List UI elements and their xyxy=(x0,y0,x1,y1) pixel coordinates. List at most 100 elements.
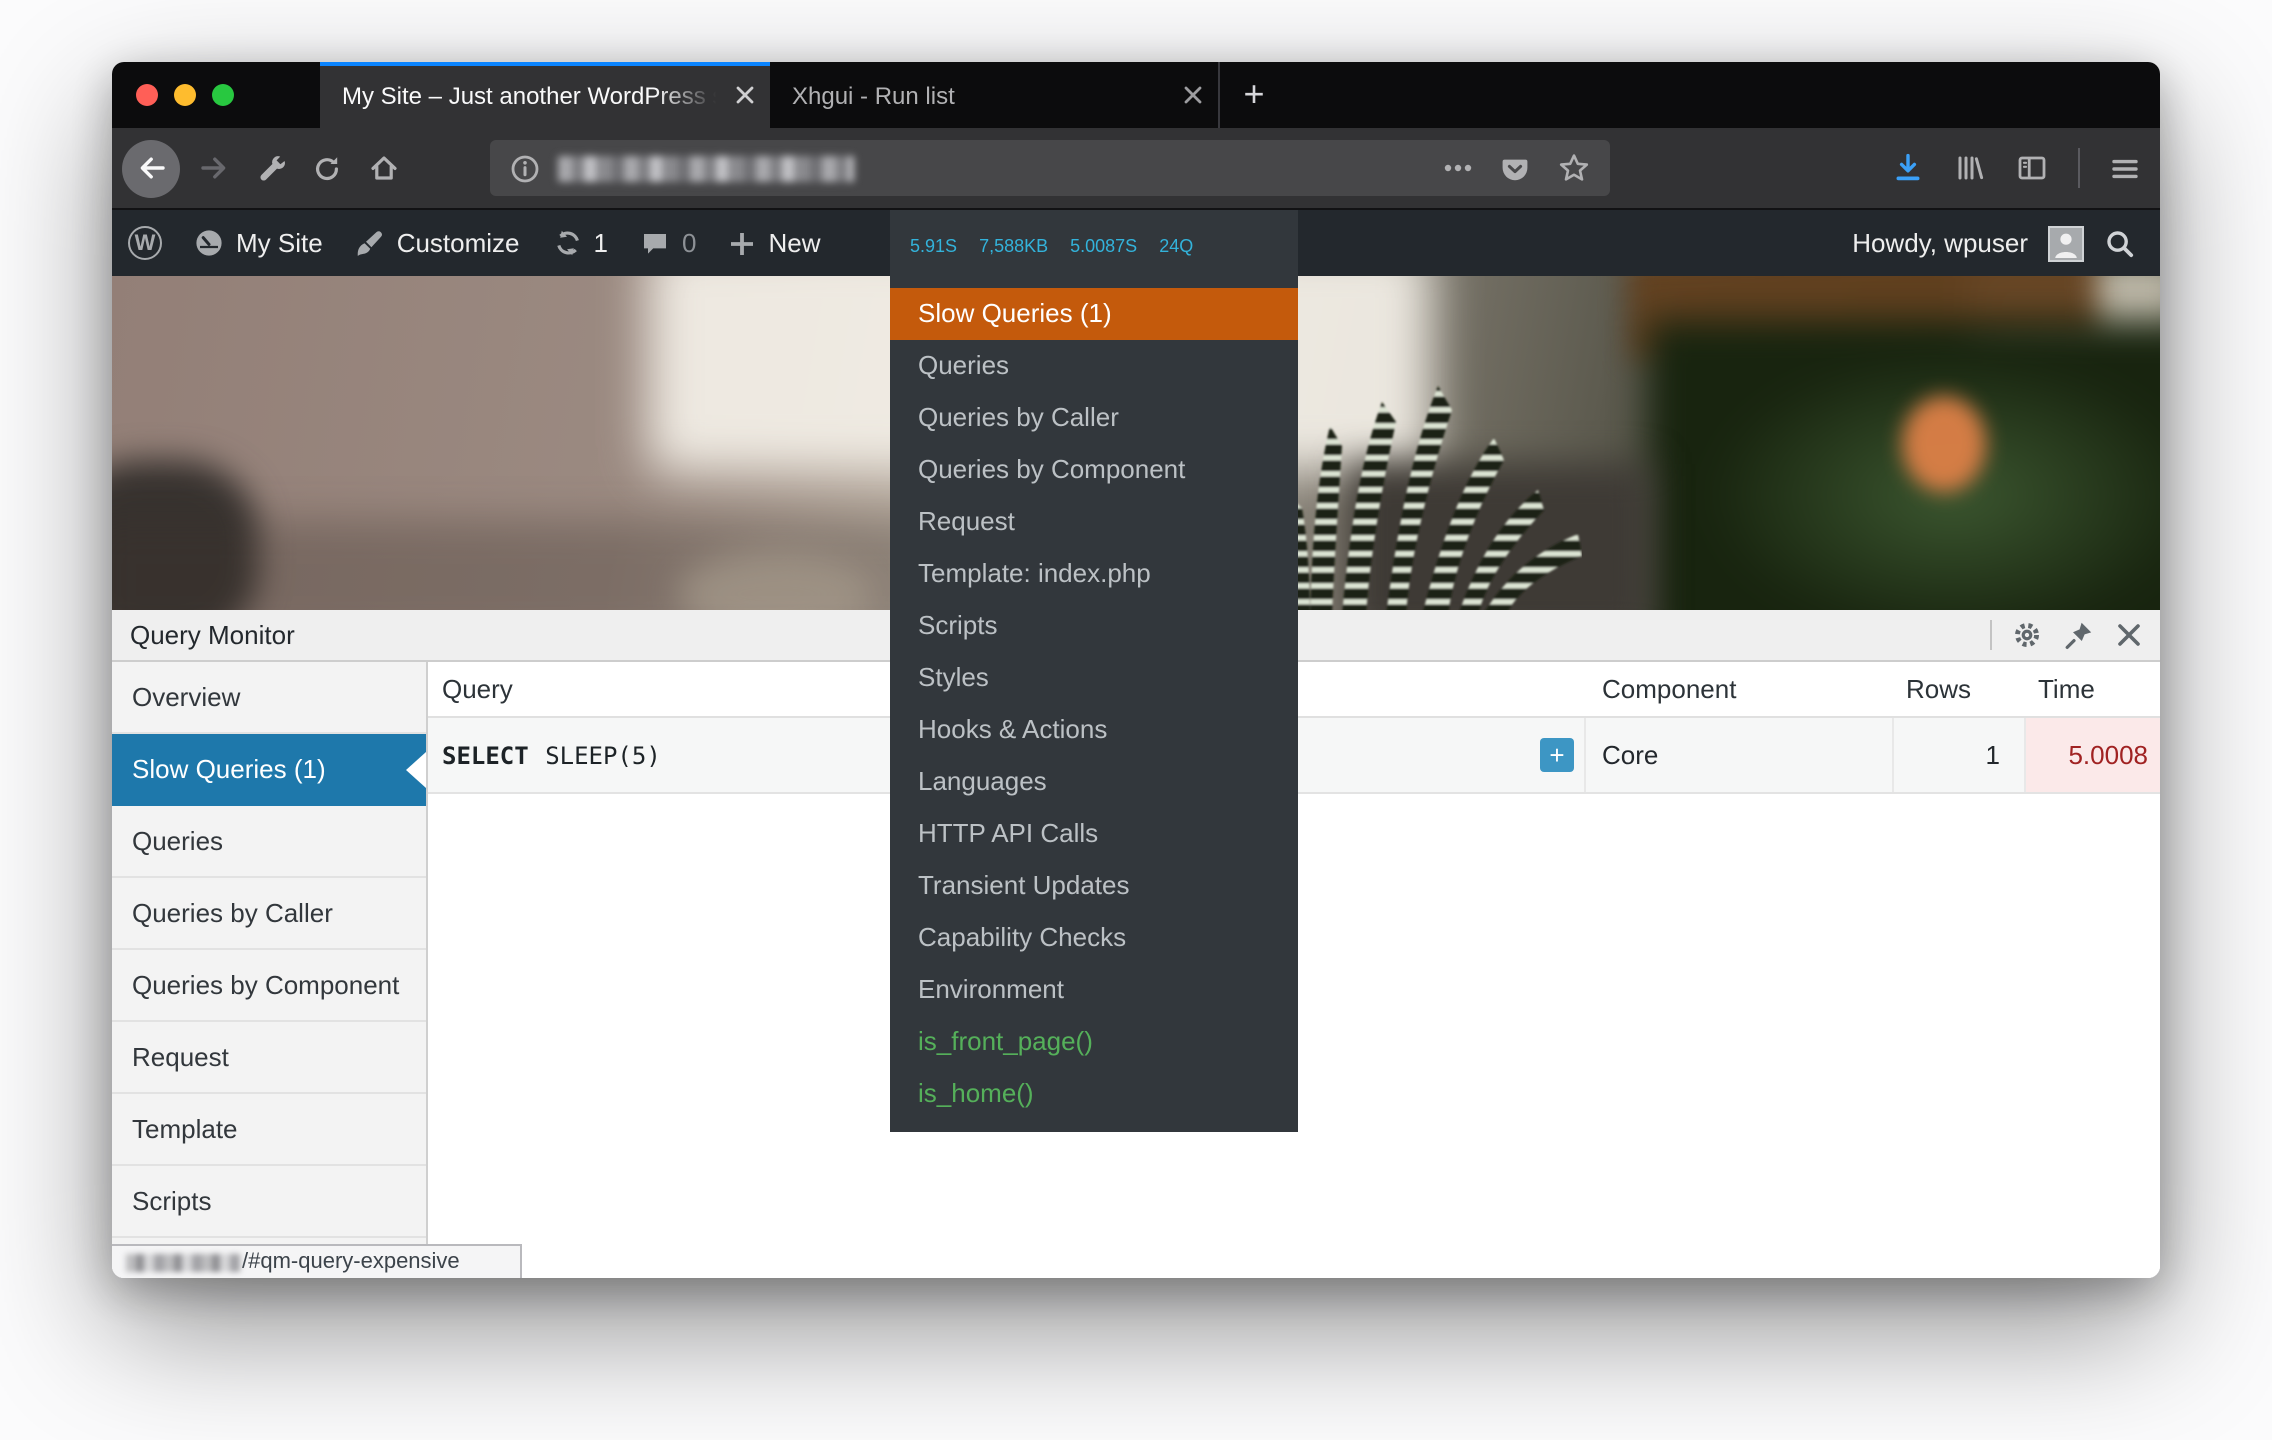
browser-toolbar xyxy=(112,128,2160,210)
qm-sidebar-item-request[interactable]: Request xyxy=(112,1022,426,1094)
wrench-button[interactable] xyxy=(258,153,288,183)
qm-menu-item-http-api-calls[interactable]: HTTP API Calls xyxy=(890,808,1298,860)
qm-titlebar-separator xyxy=(1990,620,1992,650)
customize-menu[interactable]: Customize xyxy=(339,210,536,276)
updates-menu[interactable]: 1 xyxy=(536,210,624,276)
comments-menu[interactable]: 0 xyxy=(624,210,712,276)
home-button[interactable] xyxy=(368,152,400,184)
tab-xhgui[interactable]: Xhgui - Run list xyxy=(770,62,1220,128)
zoom-window-button[interactable] xyxy=(212,84,234,106)
qm-sidebar-item-template[interactable]: Template xyxy=(112,1094,426,1166)
qm-sidebar-item-scripts[interactable]: Scripts xyxy=(112,1166,426,1238)
download-button[interactable] xyxy=(1892,152,1924,184)
qm-menu-item-scripts[interactable]: Scripts xyxy=(890,600,1298,652)
customize-brush-icon xyxy=(355,228,385,258)
new-tab-button[interactable]: + xyxy=(1220,62,1288,128)
traffic-lights xyxy=(136,62,234,128)
my-site-menu[interactable]: My Site xyxy=(178,210,339,276)
dashboard-icon xyxy=(194,228,224,258)
sql-keyword: SELECT xyxy=(442,741,529,769)
updates-icon xyxy=(552,228,582,258)
menu-button[interactable] xyxy=(2110,153,2140,183)
tab-my-site[interactable]: My Site – Just another WordPress si xyxy=(320,62,770,128)
censored-url-text xyxy=(558,155,854,181)
column-header-time: Time xyxy=(2026,674,2160,704)
close-window-button[interactable] xyxy=(136,84,158,106)
qm-menu-item-slow-queries[interactable]: Slow Queries (1) xyxy=(890,288,1298,340)
toolbar-separator xyxy=(2078,148,2080,188)
tab-strip: My Site – Just another WordPress si Xhgu… xyxy=(320,62,1288,128)
comment-count: 0 xyxy=(682,228,696,258)
close-panel-icon[interactable] xyxy=(2116,622,2142,648)
qm-sidebar-item-queries[interactable]: Queries xyxy=(112,806,426,878)
avatar[interactable] xyxy=(2048,225,2084,261)
qm-sidebar-item-overview[interactable]: Overview xyxy=(112,662,426,734)
settings-gear-icon[interactable] xyxy=(2012,620,2042,650)
plant-foliage-blur xyxy=(1648,320,2160,610)
window-titlebar[interactable]: My Site – Just another WordPress si Xhgu… xyxy=(112,62,2160,128)
qm-menu-item-request[interactable]: Request xyxy=(890,496,1298,548)
qm-menu-item-queries[interactable]: Queries xyxy=(890,340,1298,392)
tab-title: My Site – Just another WordPress si xyxy=(342,81,724,109)
minimize-window-button[interactable] xyxy=(174,84,196,106)
back-icon xyxy=(135,152,167,184)
back-button[interactable] xyxy=(122,139,180,197)
qm-sidebar-item-queries-by-component[interactable]: Queries by Component xyxy=(112,950,426,1022)
qm-menu-item-environment[interactable]: Environment xyxy=(890,964,1298,1016)
component-cell: Core xyxy=(1586,718,1894,792)
tab-title: Xhgui - Run list xyxy=(792,81,1172,109)
howdy-account-link[interactable]: Howdy, wpuser xyxy=(1852,228,2028,258)
desktop: My Site – Just another WordPress si Xhgu… xyxy=(0,0,2272,1440)
qm-sidebar-item-queries-by-caller[interactable]: Queries by Caller xyxy=(112,878,426,950)
plus-icon xyxy=(728,229,756,257)
site-info-icon[interactable] xyxy=(510,153,540,183)
url-bar[interactable] xyxy=(490,140,1610,196)
forward-button[interactable] xyxy=(198,152,230,184)
search-icon[interactable] xyxy=(2104,227,2136,259)
new-label: New xyxy=(768,228,820,258)
qm-page-time: 5.91s xyxy=(910,228,957,258)
pocket-icon[interactable] xyxy=(1500,153,1530,183)
comments-icon xyxy=(640,228,670,258)
pin-panel-icon[interactable] xyxy=(2064,620,2094,650)
customize-label: Customize xyxy=(397,228,520,258)
link-target-suffix: /#qm-query-expensive xyxy=(242,1250,460,1274)
sidebar-toggle-button[interactable] xyxy=(2016,152,2048,184)
new-content-menu[interactable]: New xyxy=(712,210,836,276)
qm-dropdown-menu: Slow Queries (1) Queries Queries by Call… xyxy=(890,276,1298,1132)
zebra-plant-image xyxy=(1282,366,1582,610)
qm-menu-item-is-front-page[interactable]: is_front_page() xyxy=(890,1016,1298,1068)
rows-cell: 1 xyxy=(1894,718,2026,792)
floor-shadow-blur xyxy=(112,520,932,610)
qm-menu-item-is-home[interactable]: is_home() xyxy=(890,1068,1298,1120)
library-button[interactable] xyxy=(1954,152,1986,184)
qm-db-time: 5.0087s xyxy=(1070,228,1137,258)
sql-args: SLEEP(5) xyxy=(545,741,661,769)
close-tab-icon[interactable] xyxy=(1184,86,1202,104)
browser-window: My Site – Just another WordPress si Xhgu… xyxy=(112,62,2160,1278)
qm-menu-item-queries-by-component[interactable]: Queries by Component xyxy=(890,444,1298,496)
query-monitor-admin-bar-item[interactable]: 5.91s 7,588kb 5.0087s 24q xyxy=(890,210,1298,276)
qm-menu-item-languages[interactable]: Languages xyxy=(890,756,1298,808)
expand-caller-button[interactable]: + xyxy=(1540,738,1574,772)
qm-menu-item-queries-by-caller[interactable]: Queries by Caller xyxy=(890,392,1298,444)
page-actions-icon[interactable] xyxy=(1444,164,1472,172)
qm-sidebar: Overview Slow Queries (1) Queries Querie… xyxy=(112,662,428,1278)
close-tab-icon[interactable] xyxy=(736,86,754,104)
qm-sidebar-item-slow-queries[interactable]: Slow Queries (1) xyxy=(112,734,426,806)
qm-menu-item-capability-checks[interactable]: Capability Checks xyxy=(890,912,1298,964)
orange-bokeh xyxy=(1902,396,1986,492)
qm-menu-item-template[interactable]: Template: index.php xyxy=(890,548,1298,600)
qm-menu-item-styles[interactable]: Styles xyxy=(890,652,1298,704)
wp-admin-bar: W My Site Customize 1 0 New xyxy=(112,210,2160,276)
column-header-component: Component xyxy=(1586,674,1894,704)
censored-url-text xyxy=(126,1253,240,1271)
qm-menu-item-hooks-actions[interactable]: Hooks & Actions xyxy=(890,704,1298,756)
wordpress-menu[interactable]: W xyxy=(112,210,178,276)
qm-query-count: 24q xyxy=(1159,228,1193,258)
reload-button[interactable] xyxy=(312,153,342,183)
bookmark-star-icon[interactable] xyxy=(1558,152,1590,184)
my-site-label: My Site xyxy=(236,228,323,258)
qm-menu-item-transient-updates[interactable]: Transient Updates xyxy=(890,860,1298,912)
time-cell: 5.0008 xyxy=(2026,718,2160,792)
